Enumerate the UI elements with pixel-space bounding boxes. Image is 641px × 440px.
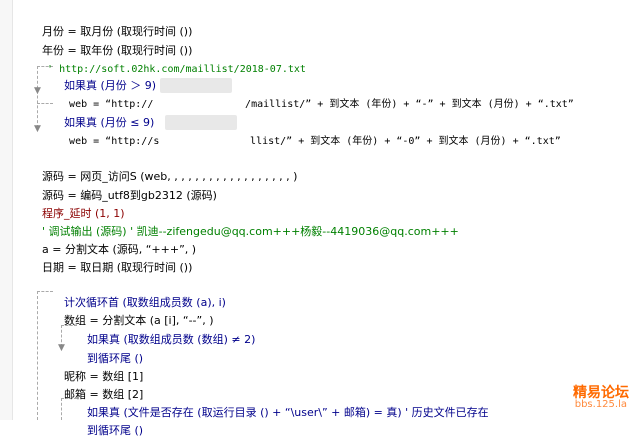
indent-guide [37, 291, 53, 292]
code-line-web-1-rest: /maillist/” + 到文本 (年份) + “-” + 到文本 (月份) … [233, 76, 574, 110]
if-true-line[interactable]: 如果真 (月份 ＞ 9) [57, 57, 156, 92]
code-comment-line[interactable]: ' 调试输出 (源码) ' 凯迪--zifengedu@qq.com+++杨毅-… [35, 203, 459, 238]
if-true-line[interactable]: 如果真 (取数组成员数 (数组) ≠ 2) [80, 311, 255, 346]
code-line-9[interactable]: 源码 = 编码_utf8到gb2312 (源码) [35, 167, 217, 202]
redacted-url-block [160, 78, 232, 93]
code-line-13[interactable]: 日期 = 取日期 (取现行时间 ()) [35, 239, 192, 274]
code-line-2[interactable]: 年份 = 取年份 (取现行时间 ()) [35, 22, 192, 57]
code-text: web = “http://s [69, 136, 160, 147]
editor-gutter [0, 0, 13, 420]
code-line-12[interactable]: a = 分割文本 (源码, “+++”, ) [35, 221, 196, 256]
code-text: 如果真 (文件是否存在 (取运行目录 () + “\user\” + 邮箱) =… [87, 406, 489, 419]
code-line-web-2[interactable]: web = “http://s [57, 113, 159, 147]
code-text: 到循环尾 () [87, 424, 144, 437]
continue-loop-line[interactable]: 到循环尾 () [80, 330, 143, 365]
code-line-10[interactable]: 程序_延时 (1, 1) [35, 185, 125, 220]
continue-loop-line[interactable]: 到循环尾 () [80, 402, 143, 437]
code-text: /maillist/” + 到文本 (年份) + “-” + 到文本 (月份) … [245, 99, 574, 110]
code-line-19[interactable]: 邮箱 = 数组 [2] [57, 366, 143, 401]
code-text: 日期 = 取日期 (取现行时间 ()) [42, 261, 193, 274]
if-true-line[interactable]: 如果真 (文件是否存在 (取运行目录 () + “\user\” + 邮箱) =… [80, 384, 489, 419]
code-line-8[interactable]: 源码 = 网页_访问S (web, , , , , , , , , , , , … [35, 148, 297, 183]
fold-arrow-icon: ▼ [34, 124, 41, 134]
indent-guide [37, 103, 53, 104]
code-line-1[interactable]: 月份 = 取月份 (取现行时间 ()) [35, 3, 192, 38]
indent-guide [37, 291, 38, 420]
code-line-15[interactable]: 数组 = 分割文本 (a [i], “--”, ) [57, 292, 214, 327]
code-line-web-2-rest: llist/” + 到文本 (年份) + “-0” + 到文本 (月份) + “… [238, 113, 561, 147]
forum-watermark-url: bbs.125.la [574, 399, 627, 410]
code-line-web-1[interactable]: web = “http:// [57, 76, 153, 110]
fold-arrow-icon: ▼ [34, 86, 41, 96]
code-line-18[interactable]: 昵称 = 数组 [1] [57, 348, 143, 383]
code-text: llist/” + 到文本 (年份) + “-0” + 到文本 (月份) + “… [250, 136, 561, 147]
redacted-url-block [165, 115, 237, 130]
loop-start-line[interactable]: 计次循环首 (取数组成员数 (a), i) [57, 274, 226, 309]
if-true-line[interactable]: 如果真 (月份 ≤ 9) [57, 94, 154, 129]
